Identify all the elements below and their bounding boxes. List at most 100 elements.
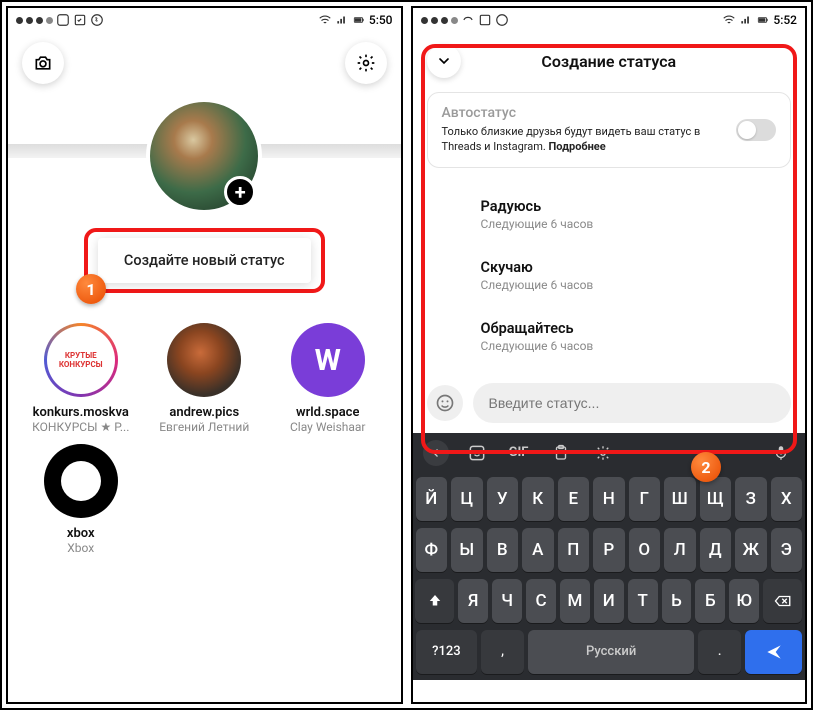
status-option[interactable]: Скучаю Следующие 6 часов <box>433 245 786 306</box>
friend-item[interactable]: КРУТЫЕКОНКУРСЫ konkurs.moskva КОНКУРСЫ ★… <box>24 323 138 434</box>
friend-sub: Евгений Летний <box>159 420 249 434</box>
profile-area: + Создайте новый статус <box>8 98 401 293</box>
key[interactable]: Д <box>700 528 732 572</box>
status-option[interactable]: Обращайтесь Следующие 6 часов <box>433 306 786 367</box>
signal-icon <box>335 13 349 27</box>
add-status-badge[interactable]: + <box>224 176 256 208</box>
status-bar: 5:50 <box>8 8 401 32</box>
kbd-gif[interactable]: GIF <box>505 439 533 467</box>
key[interactable]: К <box>522 477 554 521</box>
key-space[interactable]: Русский <box>528 630 694 674</box>
friend-avatar <box>167 323 241 397</box>
key[interactable]: Х <box>771 477 803 521</box>
friend-item[interactable]: W wrld.space Clay Weishaar <box>271 323 385 434</box>
battery-icon <box>756 13 770 27</box>
key[interactable]: Э <box>771 528 803 572</box>
friend-sub: Xbox <box>67 541 94 555</box>
camera-button[interactable] <box>22 42 64 84</box>
key[interactable]: Щ <box>700 477 732 521</box>
key[interactable]: У <box>487 477 519 521</box>
key[interactable]: Н <box>593 477 625 521</box>
key[interactable]: Ш <box>664 477 696 521</box>
key-enter[interactable] <box>745 630 802 674</box>
key-comma[interactable]: , <box>481 630 524 674</box>
key[interactable]: Б <box>695 579 725 623</box>
send-icon <box>764 642 784 662</box>
app-icon <box>461 13 475 27</box>
step-badge-1: 1 <box>76 274 106 304</box>
battery-icon <box>352 13 366 27</box>
key[interactable]: Ч <box>492 579 522 623</box>
key[interactable]: В <box>487 528 519 572</box>
key[interactable]: П <box>558 528 590 572</box>
status-bar: 5:52 <box>413 8 806 32</box>
status-input-row <box>413 375 806 433</box>
key[interactable]: Т <box>628 579 658 623</box>
key[interactable]: З <box>735 477 767 521</box>
step-badge-2: 2 <box>691 452 721 482</box>
chevron-down-icon <box>436 53 452 69</box>
app-icon <box>73 13 87 27</box>
friend-name: xbox <box>67 526 95 541</box>
key[interactable]: Л <box>664 528 696 572</box>
key[interactable]: Ж <box>735 528 767 572</box>
autostatus-desc: Только близкие друзья будут видеть ваш с… <box>442 125 727 155</box>
mic-icon <box>772 444 790 462</box>
key[interactable]: Ю <box>729 579 759 623</box>
key[interactable]: Ь <box>662 579 692 623</box>
autostatus-toggle[interactable] <box>736 119 776 141</box>
kbd-clipboard[interactable] <box>547 439 575 467</box>
key-backspace[interactable] <box>763 579 802 623</box>
key[interactable]: Я <box>458 579 488 623</box>
collapse-button[interactable] <box>427 44 461 78</box>
key[interactable]: О <box>629 528 661 572</box>
settings-button[interactable] <box>345 42 387 84</box>
kbd-sticker[interactable] <box>463 439 491 467</box>
phone-right: 5:52 Создание статуса Автостатус Только … <box>411 6 808 704</box>
status-option-list: Радуюсь Следующие 6 часов Скучаю Следующ… <box>413 176 806 375</box>
sticker-icon <box>467 443 487 463</box>
key-period[interactable]: . <box>698 630 741 674</box>
key[interactable]: Р <box>593 528 625 572</box>
key[interactable]: Г <box>629 477 661 521</box>
emoji-button[interactable] <box>427 385 463 421</box>
friend-avatar <box>44 444 118 518</box>
friends-grid: КРУТЫЕКОНКУРСЫ konkurs.moskva КОНКУРСЫ ★… <box>8 293 401 565</box>
kbd-collapse[interactable] <box>423 440 449 466</box>
friend-avatar: W <box>291 323 365 397</box>
kbd-settings[interactable] <box>589 439 617 467</box>
key[interactable]: А <box>522 528 554 572</box>
key-symbols[interactable]: ?123 <box>416 630 478 674</box>
key[interactable]: Ц <box>451 477 483 521</box>
friend-item[interactable]: xbox Xbox <box>24 444 138 555</box>
status-option[interactable]: Радуюсь Следующие 6 часов <box>433 184 786 245</box>
clock: 5:50 <box>369 13 393 27</box>
key[interactable]: С <box>526 579 556 623</box>
friend-name: andrew.pics <box>169 405 239 420</box>
key[interactable]: Й <box>416 477 448 521</box>
status-input[interactable] <box>473 383 792 423</box>
kbd-mic[interactable] <box>767 439 795 467</box>
app-icon <box>478 13 492 27</box>
sheet-header: Создание статуса <box>413 32 806 88</box>
phone-left: 5:50 + Создайте новый статус 1 КРУТЫЕКОН… <box>6 6 403 704</box>
user-avatar[interactable]: + <box>146 98 262 214</box>
key[interactable]: И <box>594 579 624 623</box>
key-shift[interactable] <box>415 579 454 623</box>
chevron-left-icon <box>430 447 442 459</box>
key[interactable]: Е <box>558 477 590 521</box>
autostatus-card: Автостатус Только близкие друзья будут в… <box>427 92 792 168</box>
key[interactable]: М <box>560 579 590 623</box>
friend-item[interactable]: andrew.pics Евгений Летний <box>148 323 262 434</box>
kbd-more[interactable]: ••• <box>631 439 659 467</box>
create-status-button[interactable]: Создайте новый статус <box>98 238 311 283</box>
keyboard-row: Ф Ы В А П Р О Л Д Ж Э <box>416 528 803 572</box>
autostatus-title: Автостатус <box>442 105 727 121</box>
key[interactable]: Ы <box>451 528 483 572</box>
topbar <box>8 32 401 94</box>
shazam-icon <box>495 13 509 27</box>
app-icon <box>56 13 70 27</box>
key[interactable]: Ф <box>416 528 448 572</box>
friend-avatar: КРУТЫЕКОНКУРСЫ <box>44 323 118 397</box>
keyboard-row: Я Ч С М И Т Ь Б Ю <box>416 579 803 623</box>
